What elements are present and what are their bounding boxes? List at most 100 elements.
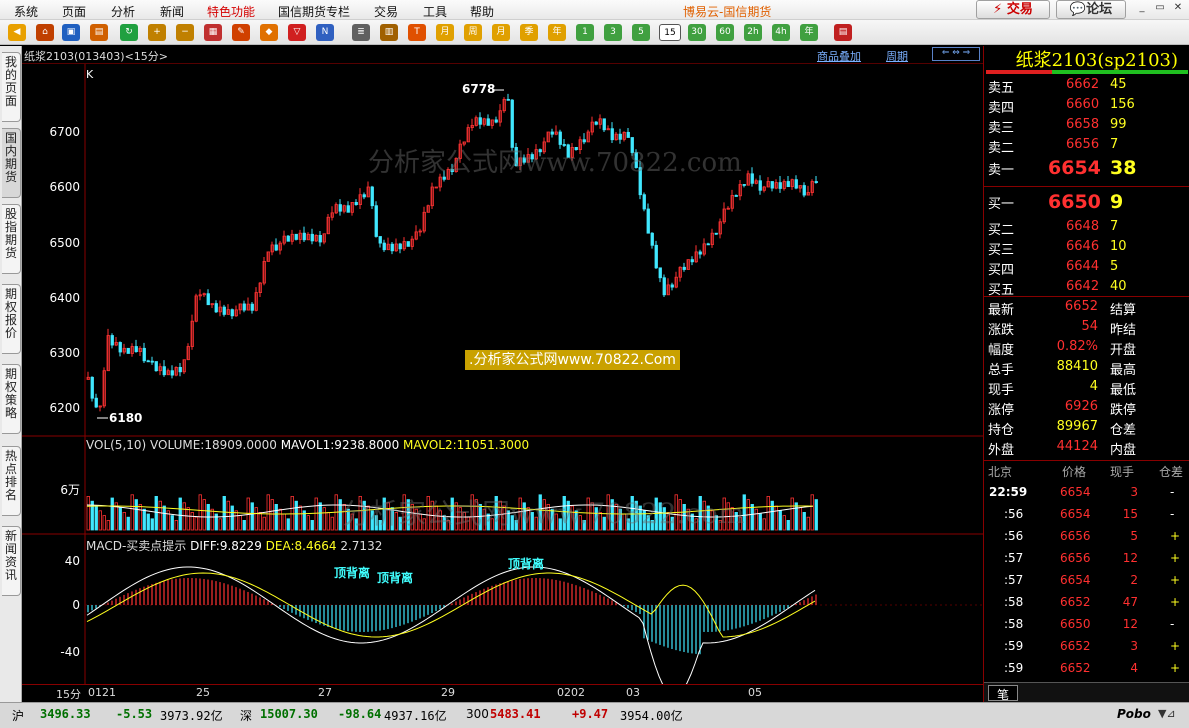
period-month-icon[interactable]: 月 xyxy=(492,24,510,41)
refresh-icon[interactable]: ↻ xyxy=(120,24,138,41)
period-15m-button[interactable]: 15 xyxy=(659,24,681,41)
candle-body xyxy=(390,243,394,252)
sidebar-tab-options-strategy[interactable]: 期权策略 xyxy=(2,364,21,434)
home-icon[interactable]: ⌂ xyxy=(36,24,54,41)
folder-icon[interactable]: ▤ xyxy=(90,24,108,41)
period-4h-button[interactable]: 4h xyxy=(772,24,790,41)
new-icon[interactable]: N xyxy=(316,24,334,41)
bid-row[interactable]: 买一 6650 9 xyxy=(984,191,1189,213)
volume-bar xyxy=(266,494,270,531)
separator xyxy=(984,186,1189,187)
trade-label: 交易 xyxy=(1006,2,1033,17)
menu-help[interactable]: 帮助 xyxy=(470,3,494,20)
menu-page[interactable]: 页面 xyxy=(62,3,86,20)
screen-layout-icon[interactable]: ▤ xyxy=(834,24,852,41)
ask-row[interactable]: 卖五 6662 45 xyxy=(984,76,1189,96)
zoom-in-icon[interactable]: + xyxy=(148,24,166,41)
candle-body xyxy=(654,244,658,269)
candle-body xyxy=(742,184,746,186)
tick-oi-change: - xyxy=(1170,507,1175,521)
restore-icon[interactable]: ▭ xyxy=(1152,0,1168,16)
menu-analysis[interactable]: 分析 xyxy=(111,3,135,20)
stat-label-right: 结算 xyxy=(1110,303,1137,318)
tab-trades[interactable]: 笔 xyxy=(988,685,1018,702)
period-1m-button[interactable]: 1 xyxy=(576,24,594,41)
period-quarter-icon[interactable]: 季 xyxy=(520,24,538,41)
volume-bar xyxy=(270,499,274,531)
period-30m-button[interactable]: 30 xyxy=(688,24,706,41)
menu-guoxin-column[interactable]: 国信期货专栏 xyxy=(278,3,350,20)
trade-button[interactable]: ⚡ 交易 xyxy=(976,0,1050,19)
tick-volume: 12 xyxy=(1122,617,1138,631)
draw-pen-icon[interactable]: ✎ xyxy=(232,24,250,41)
zoom-arrows-icon[interactable]: ⇐ ⇔ ⇒ xyxy=(932,47,980,61)
sidebar-tab-news[interactable]: 新闻资讯 xyxy=(2,526,21,596)
sh-amount: 3973.92亿 xyxy=(160,709,223,723)
period-day-icon[interactable]: 月 xyxy=(436,24,454,41)
bid-row[interactable]: 买三 6646 10 xyxy=(984,238,1189,258)
menu-tools[interactable]: 工具 xyxy=(423,3,447,20)
sidebar-tab-index-futures[interactable]: 股指期货 xyxy=(2,204,21,274)
ask-row[interactable]: 卖三 6658 99 xyxy=(984,116,1189,136)
volume-bar xyxy=(186,507,190,531)
x-date-27: 27 xyxy=(318,686,332,699)
detail-icon[interactable]: ▥ xyxy=(380,24,398,41)
sidebar-tab-options-quote[interactable]: 期权报价 xyxy=(2,284,21,354)
x-date-05: 05 xyxy=(748,686,762,699)
bid-row[interactable]: 买二 6648 7 xyxy=(984,218,1189,238)
volume-bar xyxy=(98,510,102,531)
bid-label: 买三 xyxy=(988,243,1015,258)
sidebar-tab-hot-rank[interactable]: 热点排名 xyxy=(2,446,21,516)
back-arrow-icon[interactable]: ◀ xyxy=(8,24,26,41)
candle-body xyxy=(814,181,818,183)
tick-volume: 12 xyxy=(1122,551,1138,565)
bid-row[interactable]: 买四 6644 5 xyxy=(984,258,1189,278)
ask-row[interactable]: 卖一 6654 38 xyxy=(984,157,1189,179)
volume-bar xyxy=(814,499,818,531)
bid-price: 6648 xyxy=(1066,219,1100,234)
candle-body xyxy=(506,98,510,101)
candle-body xyxy=(786,181,790,188)
minimize-icon[interactable]: _ xyxy=(1134,0,1150,16)
draw-tools-icon[interactable]: ◆ xyxy=(260,24,278,41)
c300-amount: 3954.00亿 xyxy=(620,709,683,723)
stat-label-right: 内盘 xyxy=(1110,443,1137,458)
filter-icon[interactable]: ▽ xyxy=(288,24,306,41)
menu-features[interactable]: 特色功能 xyxy=(207,3,255,20)
menu-trade[interactable]: 交易 xyxy=(374,3,398,20)
tick-time: 22:59 xyxy=(989,485,1028,499)
sidebar-tab-my-page[interactable]: 我的页面 xyxy=(2,52,21,122)
menu-system[interactable]: 系统 xyxy=(14,3,38,20)
period-5m-button[interactable]: 5 xyxy=(632,24,650,41)
period-60m-button[interactable]: 60 xyxy=(716,24,734,41)
menu-news[interactable]: 新闻 xyxy=(160,3,184,20)
forum-button[interactable]: 💬论坛 xyxy=(1056,0,1126,19)
close-icon[interactable]: ✕ xyxy=(1170,0,1186,16)
layout-icon[interactable]: ▦ xyxy=(204,24,222,41)
period-year-icon[interactable]: 年 xyxy=(548,24,566,41)
macd-ytick-neg40: -40 xyxy=(60,645,80,659)
table-icon[interactable]: ≣ xyxy=(352,24,370,41)
bid-row[interactable]: 买五 6642 40 xyxy=(984,278,1189,298)
ask-row[interactable]: 卖四 6660 156 xyxy=(984,96,1189,116)
period-week-icon[interactable]: 周 xyxy=(464,24,482,41)
period-link[interactable]: 周期 xyxy=(886,48,908,64)
period-3m-button[interactable]: 3 xyxy=(604,24,622,41)
sidebar-tab-domestic-futures[interactable]: 国内期货 xyxy=(2,128,21,198)
zoom-out-icon[interactable]: − xyxy=(176,24,194,41)
overlay-link[interactable]: 商品叠加 xyxy=(817,48,861,64)
volume-bar xyxy=(774,505,778,531)
screen-icon[interactable]: ▣ xyxy=(62,24,80,41)
bid-volume: 9 xyxy=(1110,191,1124,213)
tick-price: 6652 xyxy=(1060,595,1091,609)
stat-label-right: 最低 xyxy=(1110,383,1137,398)
candle-body xyxy=(126,347,130,354)
ask-row[interactable]: 卖二 6656 7 xyxy=(984,136,1189,156)
tick-icon[interactable]: T xyxy=(408,24,426,41)
volume-bar xyxy=(754,508,758,531)
period-year-button[interactable]: 年 xyxy=(800,24,818,41)
volume-bar xyxy=(162,505,166,531)
tick-time: :59 xyxy=(1004,661,1024,675)
period-2h-button[interactable]: 2h xyxy=(744,24,762,41)
x-date-0202: 0202 xyxy=(557,686,585,699)
